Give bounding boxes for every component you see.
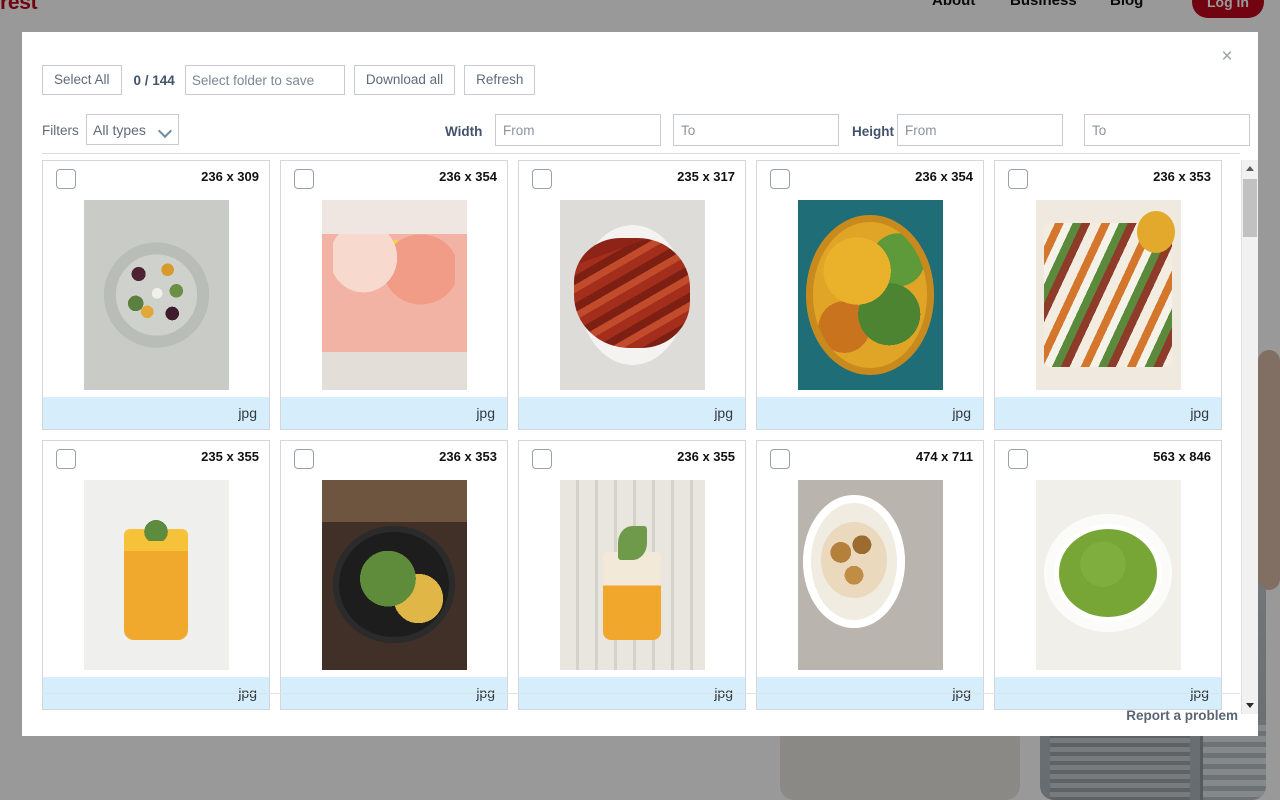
image-extension: jpg: [1190, 405, 1209, 421]
close-icon[interactable]: ×: [1214, 44, 1240, 70]
image-dimensions: 236 x 353: [439, 449, 497, 464]
image-dimensions: 236 x 309: [201, 169, 259, 184]
image-dimensions: 563 x 846: [1153, 449, 1211, 464]
image-extension: jpg: [476, 405, 495, 421]
image-thumbnail-area[interactable]: [281, 473, 507, 677]
image-dimensions: 235 x 355: [201, 449, 259, 464]
image-card-header: 236 x 354: [757, 161, 983, 193]
image-card-header: 236 x 353: [281, 441, 507, 473]
image-card[interactable]: 236 x 355 jpg: [518, 440, 746, 710]
image-card[interactable]: 236 x 354 jpg: [756, 160, 984, 430]
image-thumbnail-area[interactable]: [995, 193, 1221, 397]
image-dimensions: 474 x 711: [915, 449, 973, 464]
image-card-footer: jpg: [995, 397, 1221, 429]
image-thumbnail[interactable]: [321, 200, 467, 390]
image-thumbnail[interactable]: [797, 200, 943, 390]
image-thumbnail-area[interactable]: [43, 473, 269, 677]
image-select-checkbox[interactable]: [770, 169, 790, 189]
image-card[interactable]: 236 x 354 jpg: [280, 160, 508, 430]
image-select-checkbox[interactable]: [532, 169, 552, 189]
image-extension: jpg: [238, 405, 257, 421]
image-dimensions: 236 x 355: [677, 449, 735, 464]
scroll-down-icon[interactable]: [1242, 697, 1258, 714]
image-select-checkbox[interactable]: [294, 449, 314, 469]
height-to-input[interactable]: [1084, 114, 1250, 146]
image-thumbnail-area[interactable]: [281, 193, 507, 397]
image-select-checkbox[interactable]: [294, 169, 314, 189]
image-downloader-modal: × Select All 0 / 144 Download all Refres…: [22, 32, 1258, 736]
image-extension: jpg: [952, 405, 971, 421]
image-thumbnail[interactable]: [83, 480, 229, 670]
width-from-input[interactable]: [495, 114, 661, 146]
image-thumbnail[interactable]: [797, 480, 943, 670]
image-card-footer: jpg: [757, 397, 983, 429]
download-all-button[interactable]: Download all: [353, 65, 456, 95]
image-card[interactable]: 236 x 309 jpg: [42, 160, 270, 430]
image-thumbnail-area[interactable]: [43, 193, 269, 397]
height-label: Height: [852, 124, 894, 139]
image-card-header: 235 x 317: [519, 161, 745, 193]
image-card[interactable]: 235 x 317 jpg: [518, 160, 746, 430]
image-thumbnail[interactable]: [321, 480, 467, 670]
image-card[interactable]: 235 x 355 jpg: [42, 440, 270, 710]
width-to-input[interactable]: [673, 114, 839, 146]
selection-counter: 0 / 144: [133, 72, 175, 88]
image-grid: 236 x 309 jpg 236 x 354 jpg 235 x 317 jpg 236 …: [42, 160, 1240, 710]
image-thumbnail-area[interactable]: [995, 473, 1221, 677]
image-card-header: 563 x 846: [995, 441, 1221, 473]
grid-scrollbar[interactable]: [1241, 160, 1258, 714]
image-dimensions: 235 x 317: [677, 169, 735, 184]
type-filter-select[interactable]: All types: [86, 114, 179, 145]
filters-label: Filters: [42, 123, 79, 138]
modal-toolbar: Select All 0 / 144 Download all Refresh: [42, 65, 536, 95]
scrollbar-thumb[interactable]: [1243, 179, 1257, 237]
image-dimensions: 236 x 354: [439, 169, 497, 184]
image-select-checkbox[interactable]: [532, 449, 552, 469]
image-card[interactable]: 236 x 353 jpg: [280, 440, 508, 710]
image-select-checkbox[interactable]: [1008, 449, 1028, 469]
select-all-button[interactable]: Select All: [42, 65, 122, 95]
image-card-header: 235 x 355: [43, 441, 269, 473]
image-dimensions: 236 x 353: [1153, 169, 1211, 184]
width-label: Width: [445, 124, 483, 139]
image-thumbnail[interactable]: [559, 480, 705, 670]
image-card[interactable]: 563 x 846 jpg: [994, 440, 1222, 710]
image-card-header: 474 x 711: [757, 441, 983, 473]
height-from-input[interactable]: [897, 114, 1063, 146]
refresh-button[interactable]: Refresh: [464, 65, 536, 95]
image-select-checkbox[interactable]: [1008, 169, 1028, 189]
image-card-footer: jpg: [281, 397, 507, 429]
toolbar-divider: [42, 153, 1240, 154]
image-card-footer: jpg: [43, 397, 269, 429]
image-card-header: 236 x 355: [519, 441, 745, 473]
image-thumbnail-area[interactable]: [757, 193, 983, 397]
image-card[interactable]: 474 x 711 jpg: [756, 440, 984, 710]
image-select-checkbox[interactable]: [56, 169, 76, 189]
filters-row: Filters All types Width Height: [42, 114, 1250, 148]
image-thumbnail[interactable]: [559, 200, 705, 390]
image-select-checkbox[interactable]: [56, 449, 76, 469]
image-thumbnail-area[interactable]: [757, 473, 983, 677]
image-thumbnail-area[interactable]: [519, 193, 745, 397]
image-thumbnail[interactable]: [83, 200, 229, 390]
image-card-header: 236 x 354: [281, 161, 507, 193]
modal-footer: Report a problem: [42, 693, 1240, 736]
image-card-header: 236 x 309: [43, 161, 269, 193]
scroll-up-icon[interactable]: [1242, 160, 1258, 177]
image-dimensions: 236 x 354: [915, 169, 973, 184]
image-card-footer: jpg: [519, 397, 745, 429]
folder-input[interactable]: [184, 65, 345, 95]
image-extension: jpg: [714, 405, 733, 421]
image-card[interactable]: 236 x 353 jpg: [994, 160, 1222, 430]
report-a-problem-link[interactable]: Report a problem: [1126, 708, 1238, 723]
image-thumbnail-area[interactable]: [519, 473, 745, 677]
image-card-header: 236 x 353: [995, 161, 1221, 193]
image-thumbnail[interactable]: [1035, 480, 1181, 670]
image-grid-scroll-area[interactable]: 236 x 309 jpg 236 x 354 jpg 235 x 317 jpg 236 …: [42, 160, 1240, 714]
image-thumbnail[interactable]: [1035, 200, 1181, 390]
image-select-checkbox[interactable]: [770, 449, 790, 469]
